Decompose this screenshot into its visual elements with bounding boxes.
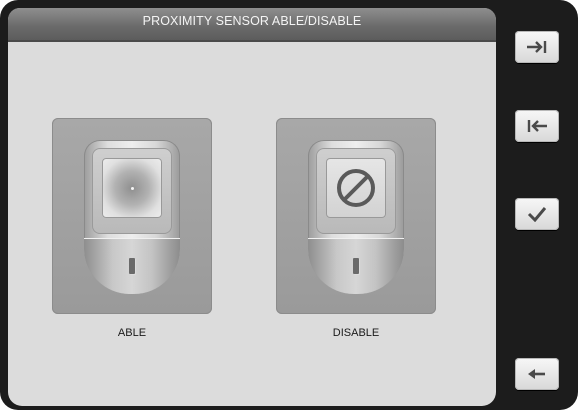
sensor-window [102,158,162,218]
sensor-window [326,158,386,218]
option-disable-button[interactable] [276,118,436,314]
sensor-disabled-icon [308,140,404,294]
sensor-icon [84,140,180,294]
option-able-label: ABLE [117,327,147,339]
arrow-to-right-icon [527,41,547,53]
device-frame: PROXIMITY SENSOR ABLE/DISABLE ABLE DISAB… [0,0,578,410]
prohibited-icon [337,169,375,207]
title-bar: PROXIMITY SENSOR ABLE/DISABLE [8,8,496,42]
sensor-slot [353,258,359,274]
back-button[interactable] [515,358,559,390]
arrow-to-left-icon [527,120,547,132]
option-able-button[interactable] [52,118,212,314]
title-divider [8,40,496,42]
option-disable-label: DISABLE [332,327,380,339]
previous-button[interactable] [515,110,559,142]
page-title: PROXIMITY SENSOR ABLE/DISABLE [142,14,362,28]
check-icon [527,207,547,222]
back-arrow-icon [528,369,545,379]
confirm-button[interactable] [515,198,559,230]
sensor-slot [129,258,135,274]
next-button[interactable] [515,31,559,63]
